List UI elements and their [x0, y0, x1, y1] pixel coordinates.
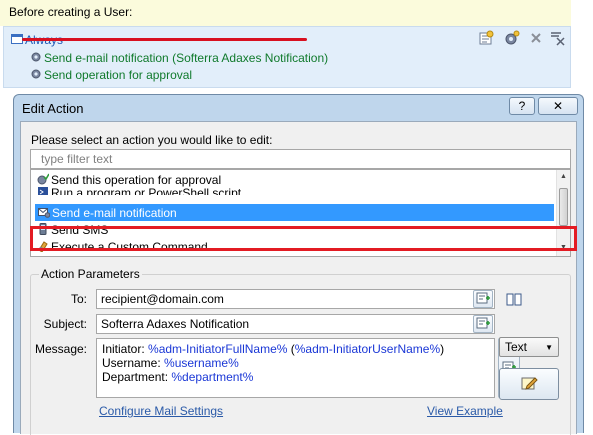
gear-icon: [30, 68, 42, 80]
delete-icon[interactable]: [528, 30, 544, 46]
rule-action-label: Send e-mail notification (Softerra Adaxe…: [44, 51, 329, 65]
dialog-body: Please select an action you would like t…: [20, 121, 577, 435]
email-gear-icon: [38, 206, 51, 218]
message-format-select[interactable]: Text ▼: [499, 337, 559, 357]
view-example-link[interactable]: View Example: [427, 404, 503, 418]
subject-insert-button[interactable]: [473, 315, 493, 333]
list-item-label: Send SMS: [51, 223, 109, 237]
message-field[interactable]: Initiator: %adm-InitiatorFullName% (%adm…: [96, 338, 495, 398]
edit-message-button[interactable]: [499, 368, 559, 400]
message-line: Initiator: %adm-InitiatorFullName% (%adm…: [102, 342, 445, 356]
address-book-icon[interactable]: [505, 291, 523, 307]
trigger-header: Before creating a User:: [0, 0, 571, 26]
list-item-label: Execute a Custom Command: [51, 240, 208, 254]
dialog-title: Edit Action: [22, 101, 84, 116]
list-item-label: Run a program or PowerShell script: [51, 186, 242, 195]
list-item[interactable]: Send SMS: [31, 221, 557, 238]
list-item[interactable]: Run a program or PowerShell script: [31, 185, 557, 195]
list-item-selected[interactable]: Send e-mail notification: [35, 204, 554, 221]
gear-icon: [30, 51, 42, 63]
sms-icon: [37, 223, 49, 235]
script-icon: [37, 186, 49, 195]
action-parameters-legend: Action Parameters: [39, 267, 142, 281]
rule-action-label: Send operation for approval: [44, 68, 193, 82]
help-icon: ?: [518, 99, 526, 113]
to-insert-button[interactable]: [473, 290, 493, 308]
filter-input[interactable]: [30, 149, 571, 169]
message-line: Username: %username%: [102, 356, 239, 370]
help-button[interactable]: ?: [509, 97, 535, 115]
configure-mail-settings-link[interactable]: Configure Mail Settings: [99, 404, 223, 418]
scroll-down-icon[interactable]: ▼: [560, 244, 567, 251]
select-action-label: Please select an action you would like t…: [31, 133, 273, 147]
message-label: Message:: [34, 342, 87, 356]
add-action-icon[interactable]: [504, 30, 520, 46]
scroll-up-icon[interactable]: ▲: [560, 173, 567, 180]
to-field[interactable]: [96, 289, 495, 309]
format-value: Text: [505, 340, 528, 354]
insert-value-icon: [476, 292, 490, 307]
rule-panel: Always Send e-mail notification (Softerr…: [3, 26, 571, 88]
add-condition-icon[interactable]: [478, 30, 494, 46]
approval-icon: [37, 173, 50, 185]
list-scrollbar[interactable]: ▲ ▼: [556, 170, 570, 256]
edit-action-dialog: Edit Action ? ✕ Please select an action …: [13, 94, 584, 435]
list-item[interactable]: Execute a Custom Command: [31, 238, 557, 255]
to-label: To:: [70, 292, 87, 306]
clear-icon[interactable]: [550, 30, 566, 46]
list-item-label: Send e-mail notification: [52, 206, 177, 220]
scroll-thumb[interactable]: [559, 188, 568, 226]
subject-label: Subject:: [43, 317, 87, 331]
rule-action-email[interactable]: Send e-mail notification (Softerra Adaxe…: [30, 51, 328, 65]
close-icon: ✕: [552, 99, 564, 113]
edit-pencil-icon: [520, 375, 538, 394]
red-underline-annotation: [22, 38, 307, 41]
close-button[interactable]: ✕: [538, 97, 578, 115]
action-list[interactable]: Send this operation for approval Run a p…: [30, 169, 571, 257]
subject-field[interactable]: [96, 314, 495, 334]
insert-value-icon: [476, 317, 490, 332]
chevron-down-icon: ▼: [545, 343, 553, 352]
rule-action-approval[interactable]: Send operation for approval: [30, 68, 192, 82]
trigger-label: Before creating a User:: [9, 5, 133, 19]
command-icon: [37, 240, 49, 253]
message-line: Department: %department%: [102, 370, 254, 384]
